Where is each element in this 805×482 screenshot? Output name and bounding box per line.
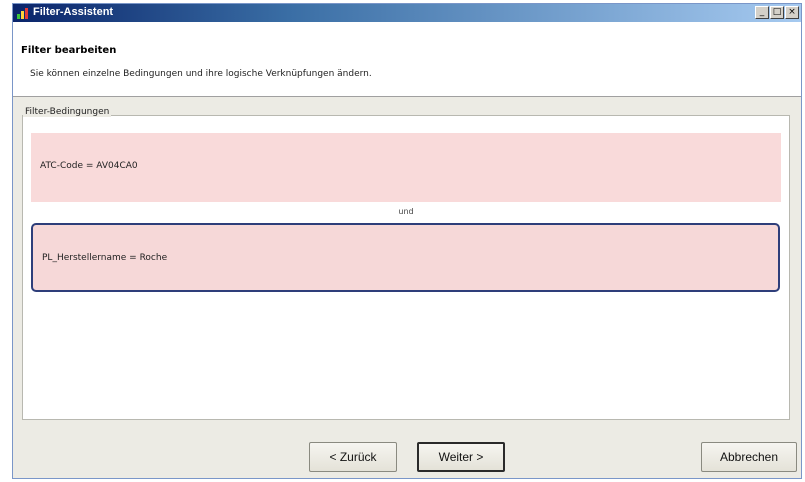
- condition-box-selected[interactable]: PL_Herstellername = Roche: [31, 223, 780, 292]
- filter-wizard-window: Filter-Assistent _ □ × Filter bearbeiten…: [12, 3, 802, 479]
- condition-box[interactable]: ATC-Code = AV04CA0: [31, 133, 781, 202]
- cancel-button[interactable]: Abbrechen: [701, 442, 797, 472]
- condition-text: PL_Herstellername = Roche: [42, 253, 168, 263]
- wizard-header: Filter bearbeiten Sie können einzelne Be…: [13, 22, 801, 97]
- title-bar[interactable]: Filter-Assistent _ □ ×: [13, 4, 801, 22]
- maximize-button[interactable]: □: [770, 6, 784, 19]
- close-button[interactable]: ×: [785, 6, 799, 19]
- logic-operator[interactable]: und: [23, 207, 789, 216]
- page-title: Filter bearbeiten: [21, 45, 117, 56]
- chart-icon: [16, 7, 30, 19]
- condition-text: ATC-Code = AV04CA0: [40, 161, 138, 171]
- group-legend: Filter-Bedingungen: [23, 107, 112, 117]
- minimize-button[interactable]: _: [755, 6, 769, 19]
- window-title: Filter-Assistent: [33, 6, 114, 18]
- page-description: Sie können einzelne Bedingungen und ihre…: [30, 69, 372, 79]
- back-button[interactable]: < Zurück: [309, 442, 397, 472]
- next-button[interactable]: Weiter >: [417, 442, 505, 472]
- window-controls: _ □ ×: [755, 6, 799, 20]
- filter-conditions-group: ATC-Code = AV04CA0 und PL_Herstellername…: [22, 115, 790, 420]
